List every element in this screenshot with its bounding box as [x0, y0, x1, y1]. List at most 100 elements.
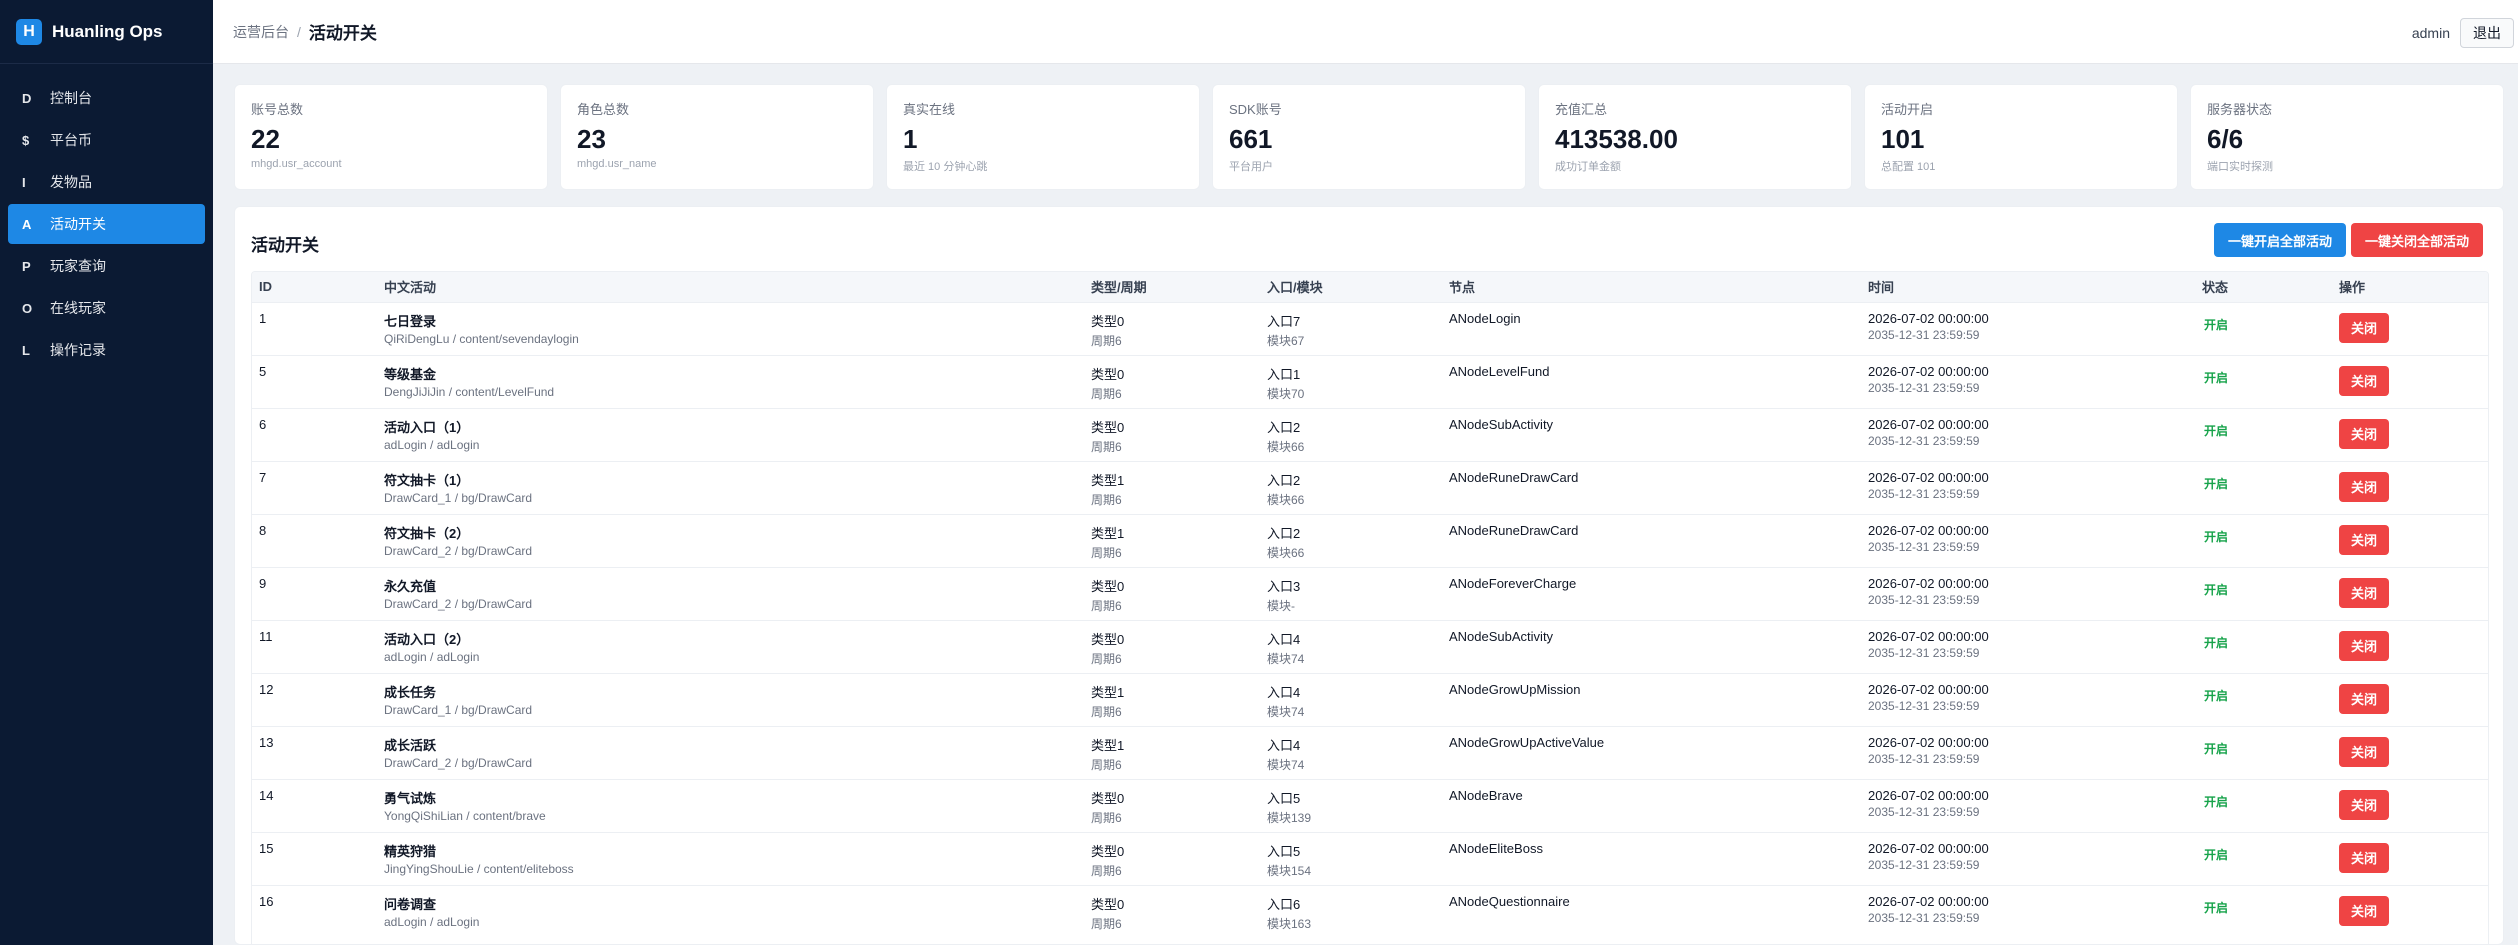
table-cell: 开启 [2195, 779, 2332, 832]
stat-label: 角色总数 [577, 102, 630, 117]
table-cell: 开启 [2195, 726, 2332, 779]
table-cell: 入口3 模块- [1260, 567, 1442, 620]
column-header-activity: 中文活动 [384, 280, 437, 296]
sidebar-item-label: 在线玩家 [50, 300, 106, 316]
column-header-entry-module: 入口/模块 [1267, 280, 1323, 296]
table-cell: 5 [252, 355, 377, 408]
activity-cycle: 周期6 [1091, 545, 1122, 560]
close-activity-button[interactable]: 关闭 [2339, 365, 2389, 396]
activity-type: 类型0 [1091, 843, 1125, 859]
cell-id: 5 [259, 363, 267, 379]
close-activity-button[interactable]: 关闭 [2339, 789, 2389, 820]
activity-name: 七日登录 [384, 313, 437, 329]
activity-name: 精英狩猎 [384, 843, 437, 859]
activity-module: 模块66 [1267, 439, 1305, 454]
close-activity-button[interactable]: 关闭 [2339, 683, 2389, 714]
table-cell: 开启 [2195, 408, 2332, 461]
sidebar-item-dashboard[interactable]: D 控制台 [8, 78, 205, 118]
breadcrumb-separator: / [297, 23, 301, 40]
activity-name: 符文抽卡（1） [384, 472, 470, 488]
sidebar-item-label: 发物品 [50, 174, 92, 190]
sidebar-item-send-items[interactable]: I 发物品 [8, 162, 205, 202]
close-activity-button[interactable]: 关闭 [2339, 736, 2389, 767]
table-cell: 关闭 [2332, 726, 2488, 779]
close-activity-button[interactable]: 关闭 [2339, 524, 2389, 555]
close-activity-button[interactable]: 关闭 [2339, 471, 2389, 502]
activity-start-time: 2026-07-02 00:00:00 [1868, 416, 1989, 432]
table-cell: 6 [252, 408, 377, 461]
status-badge: 开启 [2204, 900, 2229, 915]
close-activity-button[interactable]: 关闭 [2339, 842, 2389, 873]
table-cell: 开启 [2195, 832, 2332, 885]
activity-end-time: 2035-12-31 23:59:59 [1868, 486, 1980, 501]
column-header-type-cycle: 类型/周期 [1091, 280, 1147, 296]
activity-cycle: 周期6 [1091, 439, 1122, 454]
status-badge: 开启 [2204, 794, 2229, 809]
activity-module: 模块139 [1267, 810, 1312, 825]
close-activity-button[interactable]: 关闭 [2339, 418, 2389, 449]
item-icon: I [22, 174, 26, 190]
table-cell: ANodeEliteBoss [1442, 832, 1861, 885]
logout-button[interactable]: 退出 [2460, 18, 2514, 48]
table-cell: 9 [252, 567, 377, 620]
stat-value: 413538.00 [1555, 124, 1678, 154]
open-all-button[interactable]: 一键开启全部活动 [2213, 223, 2346, 257]
table-cell: 15 [252, 832, 377, 885]
table-row: 12 成长任务 DrawCard_1 / bg/DrawCard 类型1 周期6 入口4 模… [252, 673, 2488, 726]
table-cell: 入口6 模块163 [1260, 885, 1442, 938]
activity-type: 类型0 [1091, 631, 1125, 647]
sidebar-item-operation-log[interactable]: L 操作记录 [8, 330, 205, 370]
activity-node: ANodeRuneDrawCard [1449, 522, 1579, 538]
close-activity-button[interactable]: 关闭 [2339, 312, 2389, 343]
activity-end-time: 2035-12-31 23:59:59 [1868, 433, 1980, 448]
sidebar-item-label: 玩家查询 [50, 258, 106, 274]
table-cell: 类型0 周期6 [1084, 408, 1260, 461]
stat-label: 账号总数 [251, 102, 304, 117]
stat-value: 22 [251, 124, 280, 154]
activity-table-wrap[interactable]: ID 中文活动 类型/周期 入口/模块 节点 时间 状态 操作 1 七日登录 QiR… [251, 271, 2489, 944]
user-name: admin [2411, 25, 2450, 41]
table-cell: 7 [252, 461, 377, 514]
activity-path: adLogin / adLogin [384, 437, 480, 452]
status-badge: 开启 [2204, 423, 2229, 438]
cell-id: 1 [259, 310, 267, 326]
stat-value: 101 [1881, 124, 1925, 154]
stat-card-server-status: 服务器状态 6/6 端口实时探测 [2190, 84, 2504, 190]
table-cell: 永久充值 DrawCard_2 / bg/DrawCard [377, 567, 1084, 620]
activity-entry: 入口2 [1267, 419, 1301, 435]
sidebar-item-online-players[interactable]: O 在线玩家 [8, 288, 205, 328]
close-activity-button[interactable]: 关闭 [2339, 630, 2389, 661]
activity-start-time: 2026-07-02 00:00:00 [1868, 628, 1989, 644]
topbar: 运营后台 / 活动开关 admin 退出 [213, 0, 2518, 64]
status-badge: 开启 [2204, 317, 2229, 332]
activity-entry: 入口4 [1267, 737, 1301, 753]
cell-id: 8 [259, 522, 267, 538]
activity-path: DrawCard_2 / bg/DrawCard [384, 755, 533, 770]
activity-start-time: 2026-07-02 00:00:00 [1868, 522, 1989, 538]
activity-start-time: 2026-07-02 00:00:00 [1868, 787, 1989, 803]
activity-path: JingYingShouLie / content/eliteboss [384, 861, 574, 876]
table-cell: 关闭 [2332, 567, 2488, 620]
table-row: 11 活动入口（2） adLogin / adLogin 类型0 周期6 入口4 模块74 A… [252, 620, 2488, 673]
table-cell: 类型1 周期6 [1084, 514, 1260, 567]
table-cell: 类型1 周期6 [1084, 673, 1260, 726]
stat-sub: 总配置 101 [1881, 161, 1936, 173]
table-row: 7 符文抽卡（1） DrawCard_1 / bg/DrawCard 类型1 周期6 入口… [252, 461, 2488, 514]
sidebar-item-player-query[interactable]: P 玩家查询 [8, 246, 205, 286]
sidebar-item-activity-switch[interactable]: A 活动开关 [8, 204, 205, 244]
table-cell: 关闭 [2332, 885, 2488, 938]
table-cell: 类型1 周期6 [1084, 726, 1260, 779]
close-activity-button[interactable]: 关闭 [2339, 577, 2389, 608]
activity-entry: 入口3 [1267, 578, 1301, 594]
cell-id: 6 [259, 416, 267, 432]
close-all-button[interactable]: 一键关闭全部活动 [2350, 223, 2483, 257]
activity-entry: 入口7 [1267, 313, 1301, 329]
activity-node: ANodeRuneDrawCard [1449, 469, 1579, 485]
close-activity-button[interactable]: 关闭 [2339, 895, 2389, 926]
activity-end-time: 2035-12-31 23:59:59 [1868, 698, 1980, 713]
activity-type: 类型0 [1091, 578, 1125, 594]
sidebar-item-platform-coin[interactable]: $ 平台币 [8, 120, 205, 160]
breadcrumb-parent[interactable]: 运营后台 [233, 22, 289, 42]
stat-sub: mhgd.usr_account [251, 158, 342, 170]
table-cell: 开启 [2195, 567, 2332, 620]
